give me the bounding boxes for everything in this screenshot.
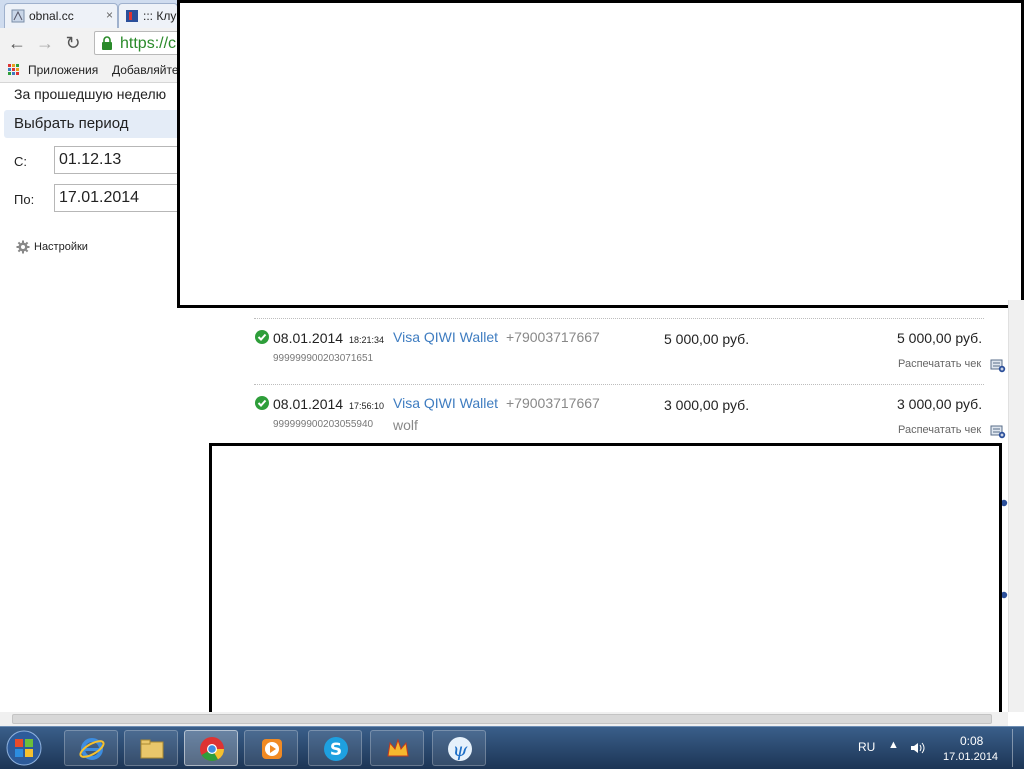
lock-icon: [102, 36, 112, 50]
taskbar-explorer[interactable]: [124, 730, 178, 766]
row-divider: [254, 318, 984, 319]
transaction-comment: wolf: [393, 417, 418, 433]
taskbar-skype[interactable]: S: [308, 730, 362, 766]
media-player-icon: [262, 739, 282, 759]
success-check-icon: [255, 330, 269, 344]
back-arrow-icon[interactable]: ←: [6, 32, 28, 54]
apps-grid-icon[interactable]: [8, 64, 20, 76]
close-icon[interactable]: ×: [106, 8, 113, 22]
print-receipt-icon[interactable]: [990, 357, 1006, 373]
last-week-link[interactable]: За прошедшую неделю: [14, 86, 166, 102]
psi-app-icon: ψ: [448, 737, 472, 761]
folder-icon: [140, 739, 164, 759]
payment-total: 3 000,00 руб.: [897, 396, 983, 412]
svg-text:S: S: [330, 740, 342, 760]
choose-period-button[interactable]: Выбрать период: [4, 110, 194, 138]
horizontal-scrollbar[interactable]: [0, 712, 1008, 726]
language-indicator[interactable]: RU: [858, 740, 875, 754]
volume-icon[interactable]: [910, 741, 926, 755]
transaction-date: 08.01.2014: [273, 330, 344, 346]
redaction-box: [177, 0, 1024, 308]
payment-total: 5 000,00 руб.: [897, 330, 983, 346]
tab-title: ::: Клу: [143, 9, 177, 23]
taskbar-app[interactable]: [370, 730, 424, 766]
chrome-icon: [200, 737, 224, 762]
from-label: С:: [14, 154, 27, 169]
reload-icon[interactable]: ↻: [62, 32, 84, 54]
transaction-time: 18:21:34: [349, 335, 385, 345]
provider-link[interactable]: Visa QIWI Wallet: [393, 395, 498, 411]
account-phone: +79003717667: [506, 395, 600, 411]
to-label: По:: [14, 192, 35, 207]
start-button-icon[interactable]: [4, 729, 44, 767]
choose-period-label: Выбрать период: [14, 115, 129, 132]
redaction-box: [209, 443, 1002, 723]
show-desktop-button[interactable]: [1012, 729, 1024, 767]
transaction-id: 999999900203071651: [273, 353, 374, 364]
provider-link[interactable]: Visa QIWI Wallet: [393, 329, 498, 345]
crown-app-icon: [387, 738, 409, 757]
print-receipt-link[interactable]: Распечатать чек: [898, 424, 981, 436]
svg-text:ψ: ψ: [453, 739, 469, 761]
windows-taskbar: S ψ RU ▲ 0:08 17.01.2014: [0, 726, 1024, 769]
payment-amount: 5 000,00 руб.: [664, 331, 750, 347]
taskbar-app-2[interactable]: ψ: [432, 730, 486, 766]
clock-date[interactable]: 17.01.2014: [943, 751, 998, 763]
taskbar-chrome[interactable]: [184, 730, 238, 766]
bookmark-apps[interactable]: Приложения: [28, 63, 98, 77]
forward-arrow-icon[interactable]: →: [34, 32, 56, 54]
gear-icon: [16, 240, 30, 254]
taskbar-ie[interactable]: [64, 730, 118, 766]
internet-explorer-icon: [79, 738, 105, 760]
tab-title: obnal.cc: [29, 9, 74, 23]
print-receipt-link[interactable]: Распечатать чек: [898, 358, 981, 370]
settings-label: Настройки: [34, 241, 88, 253]
skype-icon: S: [324, 737, 348, 761]
bookmark-item[interactable]: Добавляйте: [112, 63, 179, 77]
to-date-input[interactable]: [54, 184, 184, 212]
vertical-scrollbar[interactable]: [1008, 300, 1024, 712]
address-url: https://c: [120, 35, 177, 52]
clock-time[interactable]: 0:08: [960, 734, 983, 748]
payment-amount: 3 000,00 руб.: [664, 397, 750, 413]
site-favicon-icon: [11, 9, 25, 23]
scrollbar-thumb[interactable]: [12, 714, 992, 724]
tab-obnal[interactable]: obnal.cc ×: [4, 3, 118, 28]
account-phone: +79003717667: [506, 329, 600, 345]
transaction-date: 08.01.2014: [273, 396, 344, 412]
tab-club[interactable]: ::: Клу: [118, 3, 178, 28]
taskbar-media-player[interactable]: [244, 730, 298, 766]
transaction-time: 17:56:10: [349, 401, 385, 411]
row-divider: [254, 384, 984, 385]
print-receipt-icon[interactable]: [990, 423, 1006, 439]
show-hidden-icons-arrow-icon[interactable]: ▲: [888, 739, 899, 751]
success-check-icon: [255, 396, 269, 410]
transaction-id: 999999900203055940: [273, 419, 374, 430]
from-date-input[interactable]: [54, 146, 184, 174]
site-favicon-icon: [126, 10, 138, 22]
